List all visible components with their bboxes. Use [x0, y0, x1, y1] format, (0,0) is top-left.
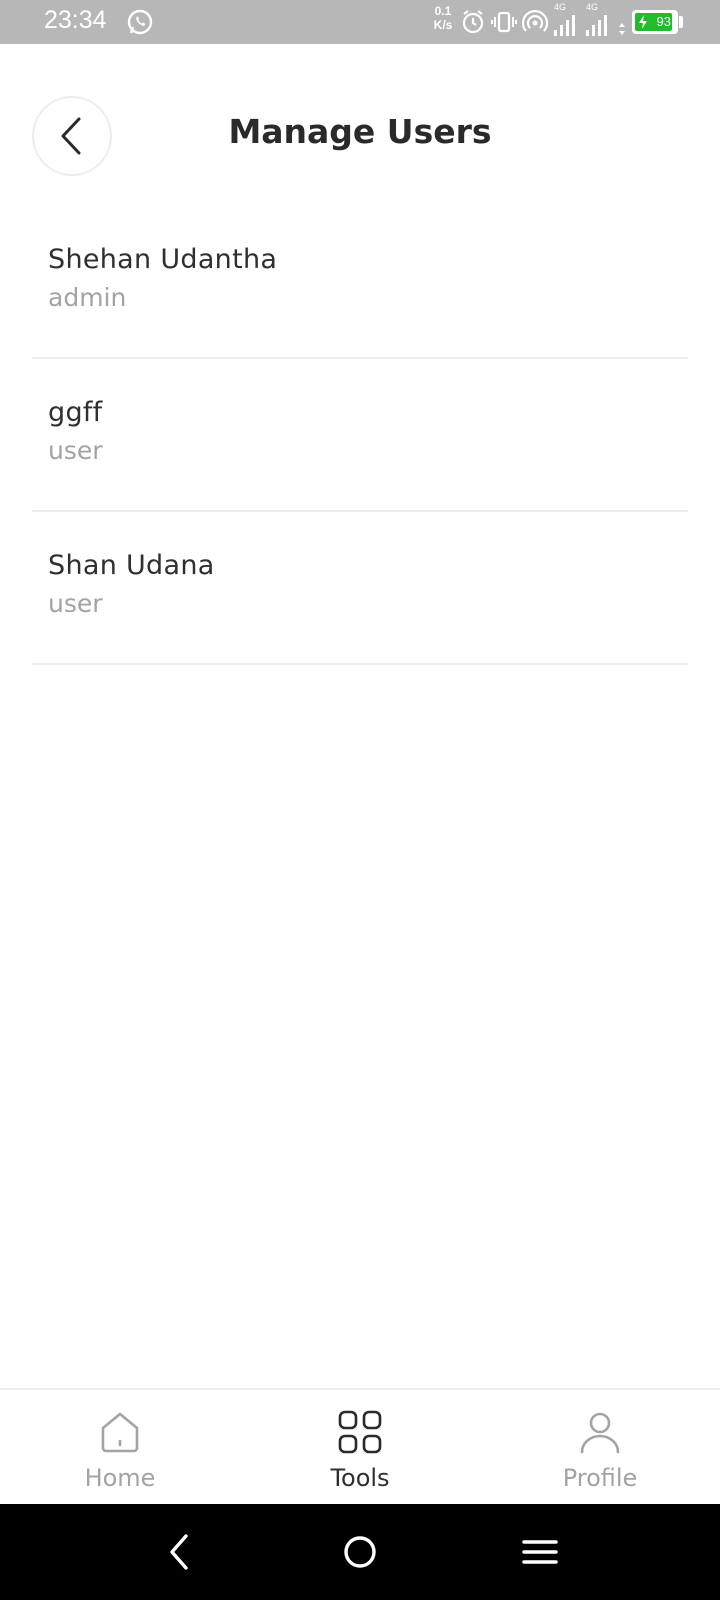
- nav-item-tools[interactable]: Tools: [270, 1390, 450, 1504]
- user-role: admin: [48, 283, 127, 312]
- list-item[interactable]: ggff user: [32, 359, 688, 512]
- user-list: Shehan Udantha admin ggff user Shan Udan…: [32, 206, 688, 665]
- net-speed: 0.1 K/s: [428, 4, 458, 32]
- nav-label-tools: Tools: [330, 1464, 390, 1492]
- signal-label: 4G: [554, 2, 567, 12]
- user-name: Shehan Udantha: [48, 244, 278, 275]
- nav-item-home[interactable]: Home: [30, 1390, 210, 1504]
- signal-4g-icon: 4G: [552, 2, 580, 40]
- data-arrows-icon: [619, 23, 625, 35]
- grid-icon: [338, 1410, 382, 1454]
- charging-bolt-icon: [639, 15, 647, 29]
- status-time: 23:34: [44, 6, 107, 34]
- signal-4g-icon: 4G: [584, 2, 612, 40]
- page-title: Manage Users: [228, 112, 492, 151]
- list-item[interactable]: Shan Udana user: [32, 512, 688, 665]
- user-role: user: [48, 589, 103, 618]
- net-speed-unit: K/s: [433, 18, 453, 32]
- battery-icon: 93: [632, 10, 678, 34]
- user-icon: [580, 1412, 620, 1454]
- bottom-nav: Home Tools Profile: [0, 1388, 720, 1504]
- signal-label: 4G: [586, 2, 599, 12]
- status-bar: 23:34 0.1 K/s 4G 4G 93: [0, 0, 720, 44]
- user-name: ggff: [48, 397, 103, 428]
- system-nav-bar: [0, 1504, 720, 1600]
- home-circle-icon[interactable]: [340, 1532, 380, 1572]
- back-icon[interactable]: [160, 1532, 200, 1572]
- vibrate-icon: [491, 11, 517, 33]
- hotspot-icon: [522, 9, 548, 32]
- user-name: Shan Udana: [48, 550, 215, 581]
- nav-label-profile: Profile: [562, 1464, 638, 1492]
- menu-icon[interactable]: [520, 1532, 560, 1572]
- battery-cap: [679, 16, 683, 28]
- nav-label-home: Home: [84, 1464, 156, 1492]
- home-icon: [101, 1412, 139, 1453]
- whatsapp-icon: [127, 9, 153, 35]
- battery-level: 93: [656, 14, 671, 29]
- list-item[interactable]: Shehan Udantha admin: [32, 206, 688, 359]
- net-speed-value: 0.1: [434, 4, 452, 18]
- user-role: user: [48, 436, 103, 465]
- nav-item-profile[interactable]: Profile: [510, 1390, 690, 1504]
- alarm-icon: [462, 10, 484, 34]
